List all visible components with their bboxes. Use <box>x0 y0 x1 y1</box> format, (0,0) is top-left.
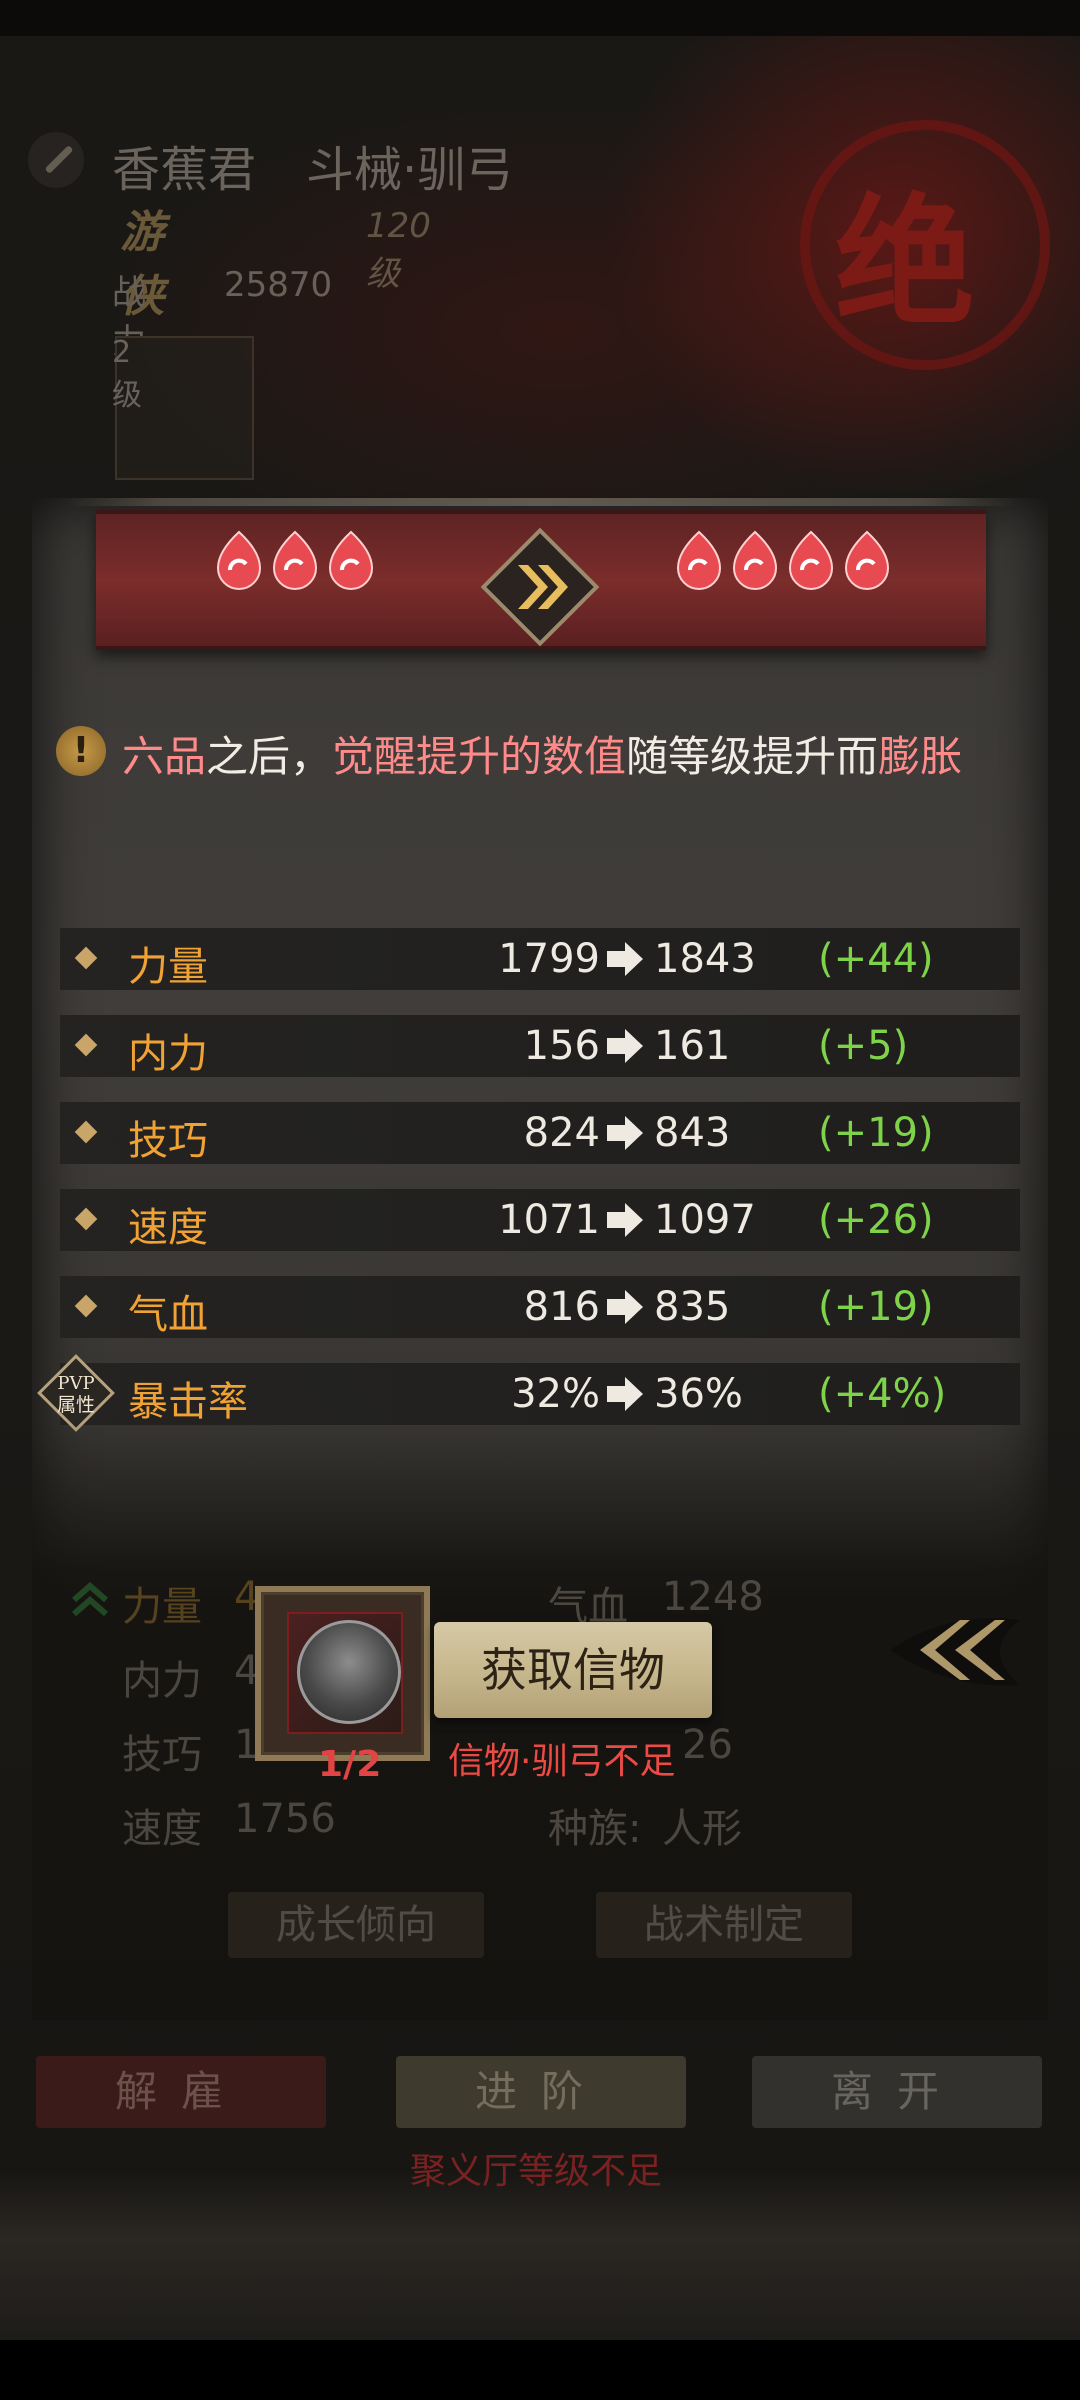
warning-icon: ! <box>56 726 106 776</box>
bg-strength-label: 力量 <box>122 1584 202 1630</box>
stat-name: 速度 <box>128 1205 208 1251</box>
stat-row-strength: 力量 1799 1843 (+44) <box>60 928 1020 990</box>
bg-race-value: 人形 <box>662 1806 742 1852</box>
hall-level-warning: 聚义厅等级不足 <box>410 2151 663 2192</box>
awakening-gem-icon <box>788 530 834 590</box>
navigation-bar <box>0 2340 1080 2400</box>
hero-name: 香蕉君 <box>112 142 257 198</box>
stat-delta: (+19) <box>818 1284 934 1330</box>
stat-old-value: 816 <box>523 1284 600 1330</box>
stat-old-value: 1799 <box>498 936 600 982</box>
status-bar <box>0 0 1080 36</box>
hero-job: 斗械·驯弓 <box>306 142 514 198</box>
arrow-right-icon <box>607 942 643 976</box>
stat-old-value: 824 <box>523 1110 600 1156</box>
notice-highlight: 觉醒提升的数值 <box>332 732 627 781</box>
bg-speed-label: 速度 <box>122 1806 202 1852</box>
notice-text: 随等级提升而 <box>626 732 879 781</box>
floor-steps <box>0 2170 1080 2340</box>
notice-highlight: 膨胀 <box>878 732 963 781</box>
leave-button[interactable]: 离开 <box>752 2056 1042 2128</box>
awakening-gem-icon <box>272 530 318 590</box>
bg-hp-value: 1248 <box>662 1574 764 1620</box>
bg-race-label: 种族: <box>548 1806 642 1852</box>
hero-level: 120级 <box>366 206 431 294</box>
arrow-right-icon <box>607 1203 643 1237</box>
rank-up-icon <box>72 1582 108 1617</box>
stat-new-value: 1843 <box>654 936 756 982</box>
stat-row-skill: 技巧 824 843 (+19) <box>60 1102 1020 1164</box>
obtain-token-button[interactable]: 获取信物 <box>434 1622 712 1718</box>
stat-delta: (+44) <box>818 936 934 982</box>
arrow-right-icon <box>607 1116 643 1150</box>
arrow-right-icon <box>607 1290 643 1324</box>
pvp-badge-line1: PVP <box>57 1373 94 1394</box>
stat-name: 气血 <box>128 1292 208 1338</box>
brush-icon <box>28 132 84 188</box>
stat-old-value: 1071 <box>498 1197 600 1243</box>
advance-arrow-icon <box>480 527 600 647</box>
stat-row-inner-power: 内力 156 161 (+5) <box>60 1015 1020 1077</box>
diamond-bullet-icon <box>74 1207 98 1231</box>
seal-character: 绝 <box>835 181 976 345</box>
token-item-slot[interactable] <box>255 1586 430 1761</box>
stat-name: 内力 <box>128 1031 208 1077</box>
awakening-gem-icon <box>844 530 890 590</box>
diamond-bullet-icon <box>74 1120 98 1144</box>
pvp-badge-line2: 属性 <box>57 1394 95 1416</box>
stat-row-hp: 气血 816 835 (+19) <box>60 1276 1020 1338</box>
bg-speed-value: 1756 <box>234 1796 336 1842</box>
stat-name: 暴击率 <box>128 1379 248 1425</box>
tactics-button: 战术制定 <box>596 1892 852 1958</box>
awakening-gem-icon <box>676 530 722 590</box>
stat-row-crit-rate: 暴击率 32% 36% (+4%) <box>60 1363 1020 1425</box>
awakening-notice: 六品之后，觉醒提升的数值随等级提升而膨胀 <box>122 723 962 784</box>
stat-name: 力量 <box>128 944 208 990</box>
weapon-level: 2级 <box>112 335 142 413</box>
stat-new-value: 835 <box>654 1284 731 1330</box>
diamond-bullet-icon <box>74 1033 98 1057</box>
token-portrait <box>297 1620 401 1724</box>
stat-row-speed: 速度 1071 1097 (+26) <box>60 1189 1020 1251</box>
bg-def-value: 26 <box>682 1722 733 1768</box>
arrow-right-icon <box>607 1377 643 1411</box>
advance-button[interactable]: 进阶 <box>396 2056 686 2128</box>
token-shortage-warning: 信物·驯弓不足 <box>448 1741 676 1782</box>
diamond-bullet-icon <box>74 946 98 970</box>
power-value: 25870 <box>224 265 333 305</box>
awakening-gem-icon <box>216 530 262 590</box>
token-count: 1/2 <box>318 1744 382 1785</box>
bg-inner-label: 内力 <box>122 1658 202 1704</box>
stat-old-value: 156 <box>523 1023 600 1069</box>
stat-delta: (+26) <box>818 1197 934 1243</box>
arrow-right-icon <box>607 1029 643 1063</box>
stat-delta: (+5) <box>818 1023 909 1069</box>
dismiss-button[interactable]: 解雇 <box>36 2056 326 2128</box>
stat-delta: (+4%) <box>818 1371 947 1417</box>
stat-new-value: 36% <box>654 1371 743 1417</box>
stat-new-value: 1097 <box>654 1197 756 1243</box>
panel-fade <box>32 1420 1048 2020</box>
back-arrow-icon[interactable] <box>880 1590 1030 1710</box>
notice-text: 之后， <box>206 732 333 781</box>
awakening-gem-icon <box>732 530 778 590</box>
stat-old-value: 32% <box>511 1371 600 1417</box>
growth-tendency-button: 成长倾向 <box>228 1892 484 1958</box>
awakening-gem-icon <box>328 530 374 590</box>
bg-skill-label: 技巧 <box>122 1732 202 1778</box>
notice-highlight: 六品 <box>122 732 207 781</box>
stat-delta: (+19) <box>818 1110 934 1156</box>
stat-new-value: 161 <box>654 1023 731 1069</box>
stat-name: 技巧 <box>128 1118 208 1164</box>
stat-new-value: 843 <box>654 1110 731 1156</box>
diamond-bullet-icon <box>74 1294 98 1318</box>
